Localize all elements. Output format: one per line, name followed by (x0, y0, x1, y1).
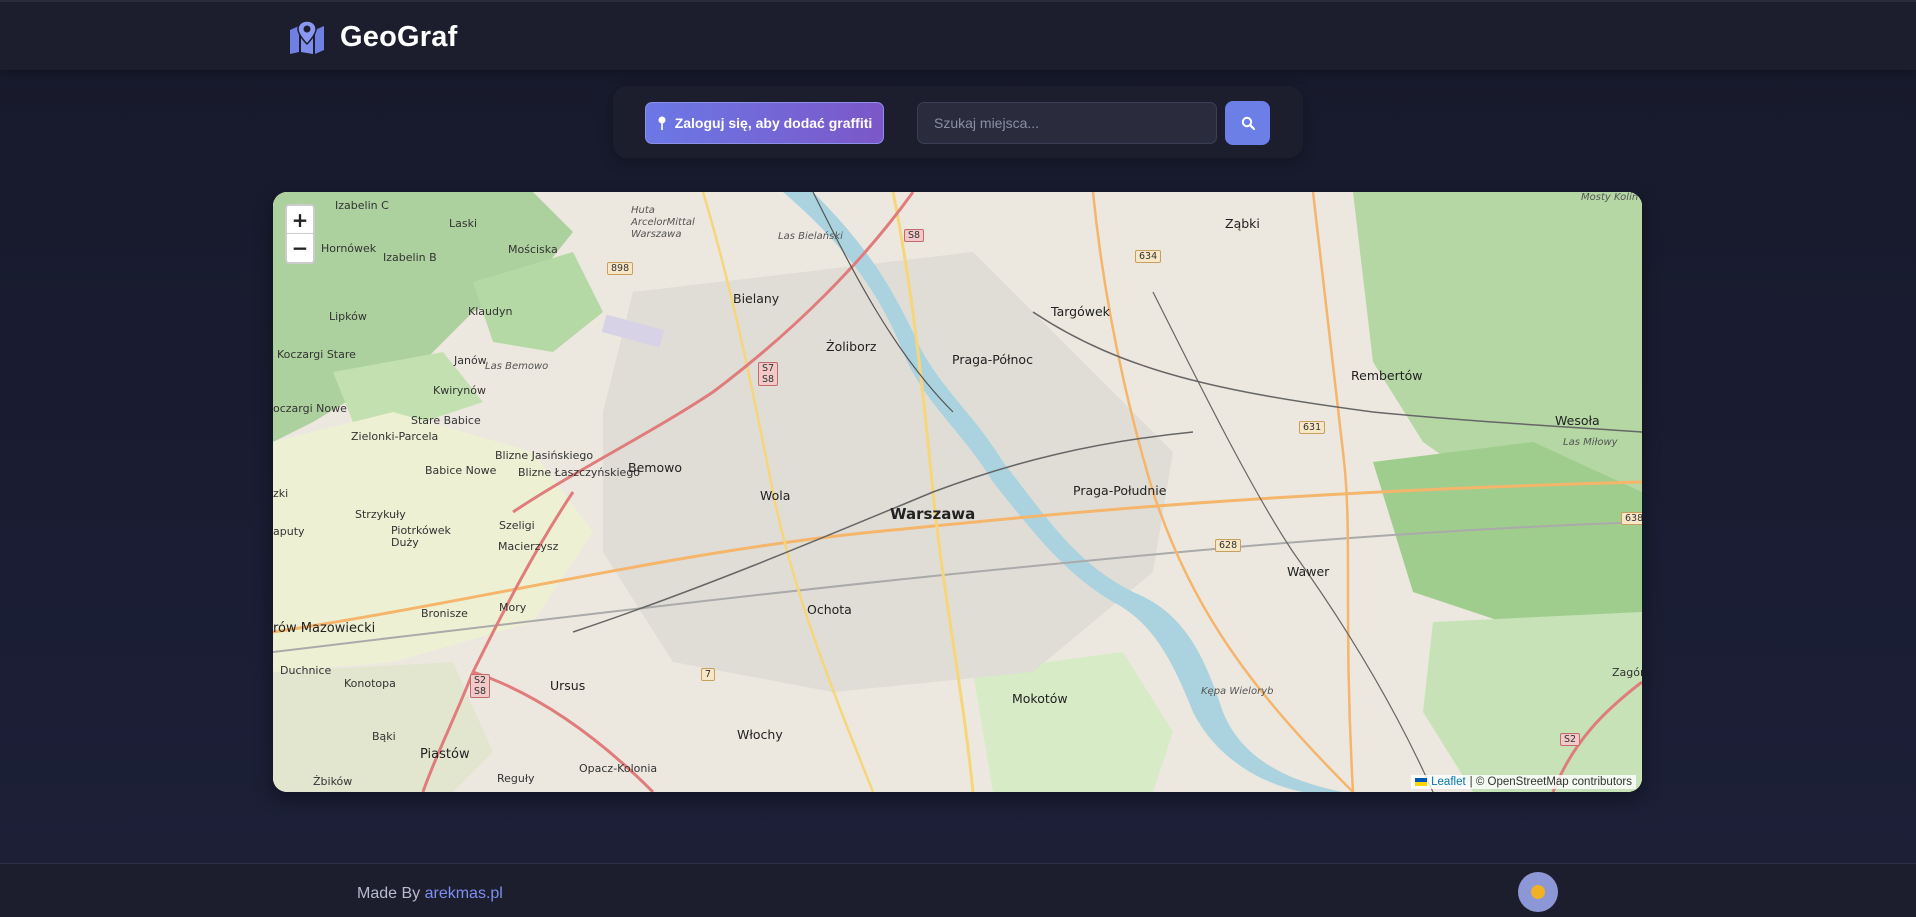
app-title: GeoGraf (340, 20, 458, 53)
road-shield: 634 (1135, 250, 1162, 263)
map-attribution: Leaflet | © OpenStreetMap contributors (1411, 775, 1636, 789)
place-label: Reguły (497, 772, 535, 785)
zoom-in-button[interactable]: + (287, 206, 313, 234)
login-to-add-graffiti-button[interactable]: Zaloguj się, aby dodać graffiti (645, 102, 884, 144)
place-label: oczargi Nowe (273, 402, 347, 415)
place-label: Konotopa (344, 677, 396, 690)
road-shield: 638 (1621, 512, 1642, 525)
place-label: Mościska (508, 243, 558, 256)
login-button-label: Zaloguj się, aby dodać graffiti (674, 115, 873, 131)
osm-attribution-text: | © OpenStreetMap contributors (1469, 776, 1632, 788)
place-label: Ursus (550, 678, 586, 693)
search-input[interactable] (917, 102, 1217, 144)
place-label: aputy (273, 525, 305, 538)
place-label: Strzykuły (355, 508, 406, 521)
place-label: Targówek (1051, 304, 1110, 319)
action-toolbar: Zaloguj się, aby dodać graffiti (613, 86, 1303, 158)
place-label: Blizne Łaszczyńskiego (518, 466, 641, 479)
place-label: Babice Nowe (425, 464, 497, 477)
place-label: Klaudyn (468, 305, 513, 318)
map-tiles[interactable] (273, 192, 1642, 792)
place-label: Las Miłowy (1563, 437, 1618, 448)
place-label: Kępa Wieloryb (1201, 686, 1274, 697)
place-label: Mosty Kolin (1581, 192, 1639, 203)
place-label: Zagór (1612, 666, 1642, 679)
place-label: Huta ArcelorMittal Warszawa (631, 205, 695, 240)
zoom-out-button[interactable]: − (287, 234, 313, 262)
theme-toggle-button[interactable] (1518, 872, 1558, 912)
place-label: Warszawa (890, 505, 976, 523)
place-label: Lipków (329, 310, 367, 323)
place-label: Rembertów (1351, 368, 1423, 383)
place-label: Ząbki (1225, 216, 1260, 231)
place-label: Kwirynów (433, 384, 486, 397)
place-label: Praga-Północ (952, 352, 1033, 367)
place-label: Izabelin C (335, 199, 389, 212)
road-shield: 628 (1215, 539, 1242, 552)
place-label: Koczargi Stare (277, 348, 356, 361)
place-label: Bąki (372, 730, 396, 743)
road-shield: 898 (607, 262, 634, 275)
place-label: Szeligi (499, 519, 535, 532)
footer: Made By arekmas.pl (0, 863, 1916, 917)
place-label: Mokotów (1012, 691, 1068, 706)
made-by-text: Made By arekmas.pl (357, 885, 503, 903)
brand[interactable]: GeoGraf (288, 20, 457, 54)
place-label: Duchnice (280, 664, 332, 677)
place-label: Wawer (1287, 564, 1330, 579)
road-shield: S2 S8 (470, 674, 490, 698)
place-label: Opacz-Kolonia (579, 762, 658, 775)
place-label: Ochota (807, 602, 852, 617)
place-label: Las Bemowo (485, 361, 549, 372)
place-label: Bielany (733, 291, 780, 306)
place-label: Janów (454, 354, 487, 367)
zoom-controls: + − (285, 204, 315, 264)
map-marker-icon (290, 20, 324, 54)
place-label: Izabelin B (383, 251, 437, 264)
place-label: Piastów (420, 747, 470, 762)
place-label: Praga-Południe (1073, 483, 1167, 498)
place-label: Stare Babice (411, 414, 481, 427)
road-shield: 7 (701, 668, 716, 681)
road-shield: S7 S8 (758, 362, 778, 386)
author-link[interactable]: arekmas.pl (425, 885, 503, 902)
search-icon (1241, 116, 1255, 130)
place-label: Bronisze (421, 607, 468, 620)
place-label: Las Bielański (778, 231, 843, 242)
place-label: Żoliborz (826, 339, 877, 354)
place-label: Macierzysz (498, 540, 559, 553)
search-button[interactable] (1225, 101, 1270, 145)
sun-icon (1531, 885, 1545, 899)
road-shield: S2 (1560, 733, 1581, 746)
road-shield: 631 (1299, 421, 1326, 434)
place-label: rów Mazowiecki (273, 621, 376, 636)
place-label: Laski (449, 217, 478, 230)
place-label: Piotrkówek Duży (391, 524, 451, 549)
made-by-label: Made By (357, 885, 421, 902)
place-label: zki (273, 487, 289, 500)
map-view[interactable]: + − Warszawa Bielany Żoliborz Praga-Półn… (273, 192, 1642, 792)
pin-icon (658, 116, 666, 130)
place-label: Wesoła (1555, 413, 1600, 428)
place-label: Blizne Jasińskiego (495, 449, 594, 462)
ukraine-flag-icon (1415, 778, 1428, 786)
leaflet-link[interactable]: Leaflet (1431, 776, 1466, 788)
place-label: Żbików (313, 775, 353, 788)
place-label: Hornówek (321, 242, 377, 255)
road-shield: S8 (904, 229, 925, 242)
place-label: Wola (760, 488, 791, 503)
place-label: Mory (499, 601, 527, 614)
top-navbar: GeoGraf (0, 0, 1916, 70)
place-label: Włochy (737, 727, 783, 742)
place-label: Zielonki-Parcela (351, 430, 439, 443)
